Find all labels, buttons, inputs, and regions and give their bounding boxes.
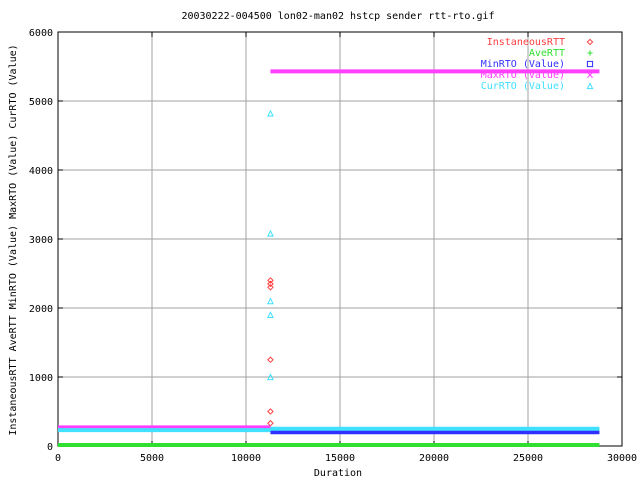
x-axis-label: Duration xyxy=(314,468,362,479)
data-point xyxy=(267,408,274,415)
data-point xyxy=(267,283,274,291)
y-tick-label: 0 xyxy=(47,442,53,453)
data-point xyxy=(267,277,274,284)
data-point xyxy=(267,311,274,318)
legend-marker-icon xyxy=(587,50,593,56)
legend-marker-icon xyxy=(586,38,594,46)
series-instaneousrtt xyxy=(58,277,274,431)
data-point xyxy=(267,109,274,117)
x-tick-label: 0 xyxy=(55,453,61,464)
legend-label: InstaneousRTT xyxy=(487,37,565,48)
legend-label: CurRTO (Value) xyxy=(481,81,565,92)
x-tick-label: 10000 xyxy=(231,453,261,464)
axes: 0 5000 10000 15000 20000 25000 30000 0 1000 2000 3… xyxy=(29,28,637,464)
legend-label: AveRTT xyxy=(529,48,565,59)
legend-label: MaxRTO (Value) xyxy=(481,70,565,81)
legend-marker-icon xyxy=(586,60,594,68)
legend-marker-icon xyxy=(586,82,594,90)
y-tick-label: 5000 xyxy=(29,97,53,108)
chart: 20030222-004500 lon02-man02 hstcp sender… xyxy=(0,0,640,480)
data-point xyxy=(267,419,274,427)
data-point xyxy=(267,297,274,305)
x-tick-label: 30000 xyxy=(607,453,637,464)
x-tick-label: 20000 xyxy=(419,453,449,464)
data-point xyxy=(267,280,274,288)
legend: InstaneousRTTAveRTTMinRTO (Value)MaxRTO … xyxy=(481,37,594,92)
y-tick-label: 3000 xyxy=(29,235,53,246)
chart-title: 20030222-004500 lon02-man02 hstcp sender… xyxy=(181,11,494,22)
y-tick-label: 4000 xyxy=(29,166,53,177)
data-point xyxy=(267,356,274,364)
legend-label: MinRTO (Value) xyxy=(481,59,565,70)
chart-svg: 20030222-004500 lon02-man02 hstcp sender… xyxy=(8,11,637,479)
data-point xyxy=(267,229,274,237)
x-tick-label: 25000 xyxy=(513,453,543,464)
y-tick-label: 2000 xyxy=(29,304,53,315)
x-tick-label: 5000 xyxy=(140,453,164,464)
series-layer xyxy=(58,69,600,447)
x-tick-label: 15000 xyxy=(325,453,355,464)
y-axis-label: InstaneousRTT AveRTT MinRTO (Value) MaxR… xyxy=(8,44,19,435)
y-tick-label: 6000 xyxy=(29,28,53,39)
grid xyxy=(58,32,622,446)
series-maxrto-value xyxy=(58,69,600,430)
series-currto-value xyxy=(58,109,600,433)
y-tick-label: 1000 xyxy=(29,373,53,384)
